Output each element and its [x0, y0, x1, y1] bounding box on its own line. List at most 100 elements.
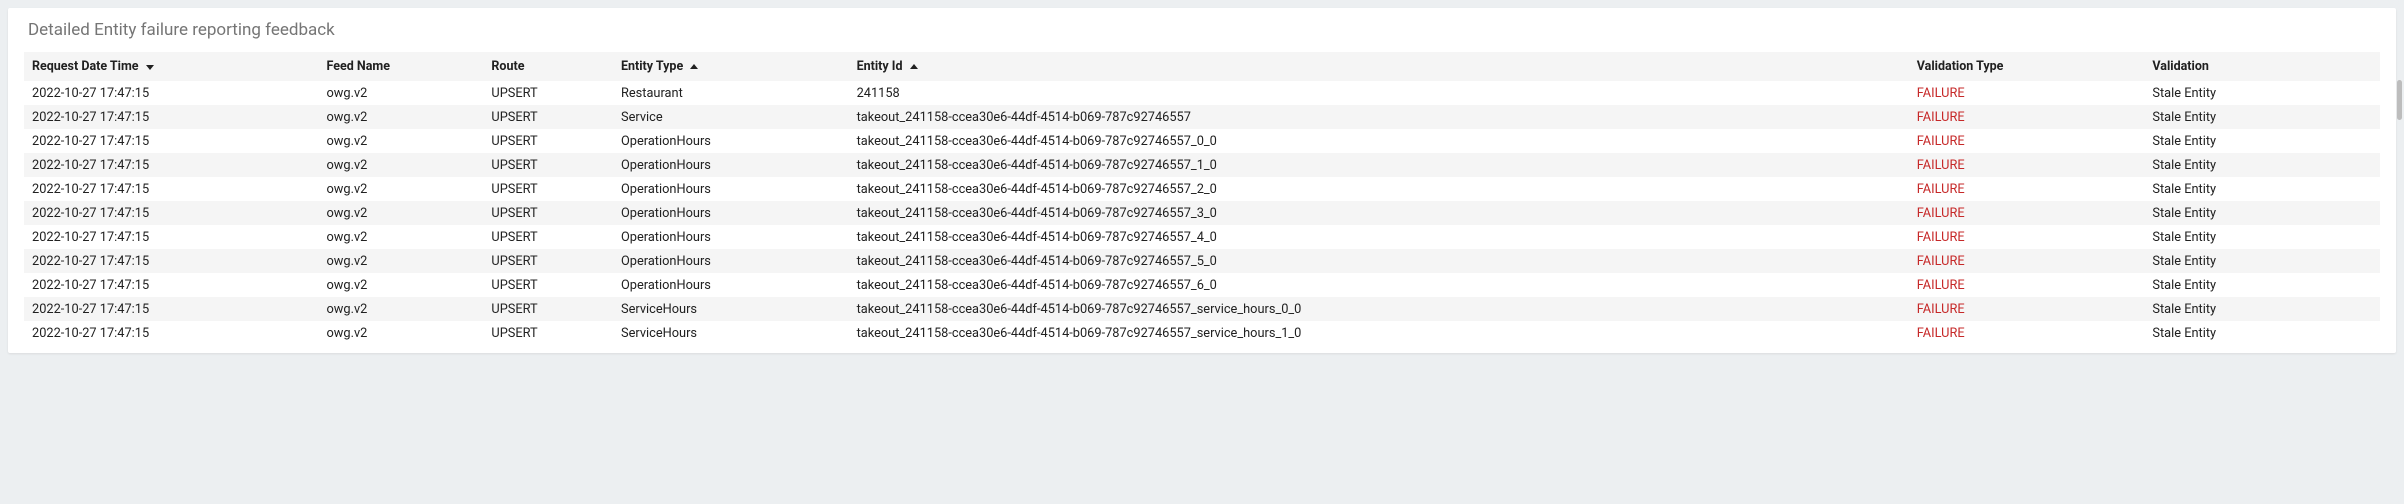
cell-feed-name: owg.v2 — [319, 273, 484, 297]
cell-entity-type: ServiceHours — [613, 297, 849, 321]
cell-feed-name: owg.v2 — [319, 177, 484, 201]
cell-feed-name: owg.v2 — [319, 81, 484, 105]
cell-entity-type: OperationHours — [613, 177, 849, 201]
cell-entity-id: takeout_241158-ccea30e6-44df-4514-b069-7… — [849, 321, 1909, 345]
cell-request-date-time: 2022-10-27 17:47:15 — [24, 225, 319, 249]
cell-route: UPSERT — [483, 105, 613, 129]
sort-asc-icon — [689, 59, 699, 74]
cell-entity-id: takeout_241158-ccea30e6-44df-4514-b069-7… — [849, 297, 1909, 321]
cell-request-date-time: 2022-10-27 17:47:15 — [24, 129, 319, 153]
col-label: Entity Type — [621, 59, 683, 74]
cell-entity-id: takeout_241158-ccea30e6-44df-4514-b069-7… — [849, 129, 1909, 153]
cell-feed-name: owg.v2 — [319, 153, 484, 177]
cell-entity-id: takeout_241158-ccea30e6-44df-4514-b069-7… — [849, 105, 1909, 129]
col-label: Route — [491, 59, 524, 74]
cell-request-date-time: 2022-10-27 17:47:15 — [24, 177, 319, 201]
cell-validation-type: FAILURE — [1909, 201, 2145, 225]
table-row[interactable]: 2022-10-27 17:47:15owg.v2UPSERTServiceHo… — [24, 297, 2380, 321]
table-row[interactable]: 2022-10-27 17:47:15owg.v2UPSERTOperation… — [24, 225, 2380, 249]
cell-request-date-time: 2022-10-27 17:47:15 — [24, 297, 319, 321]
cell-request-date-time: 2022-10-27 17:47:15 — [24, 81, 319, 105]
col-feed-name[interactable]: Feed Name — [319, 52, 484, 81]
table-row[interactable]: 2022-10-27 17:47:15owg.v2UPSERTOperation… — [24, 201, 2380, 225]
cell-entity-id: takeout_241158-ccea30e6-44df-4514-b069-7… — [849, 249, 1909, 273]
cell-entity-type: OperationHours — [613, 249, 849, 273]
table-row[interactable]: 2022-10-27 17:47:15owg.v2UPSERTOperation… — [24, 153, 2380, 177]
cell-route: UPSERT — [483, 81, 613, 105]
cell-route: UPSERT — [483, 225, 613, 249]
cell-validation: Stale Entity — [2144, 225, 2380, 249]
cell-validation-type: FAILURE — [1909, 297, 2145, 321]
col-validation-type[interactable]: Validation Type — [1909, 52, 2145, 81]
cell-validation-type: FAILURE — [1909, 153, 2145, 177]
col-route[interactable]: Route — [483, 52, 613, 81]
cell-entity-id: 241158 — [849, 81, 1909, 105]
cell-route: UPSERT — [483, 273, 613, 297]
cell-feed-name: owg.v2 — [319, 321, 484, 345]
table-header-row: Request Date Time Feed Name Route Entity… — [24, 52, 2380, 81]
cell-feed-name: owg.v2 — [319, 105, 484, 129]
table-row[interactable]: 2022-10-27 17:47:15owg.v2UPSERTOperation… — [24, 129, 2380, 153]
table-row[interactable]: 2022-10-27 17:47:15owg.v2UPSERTOperation… — [24, 177, 2380, 201]
cell-validation-type: FAILURE — [1909, 225, 2145, 249]
table-row[interactable]: 2022-10-27 17:47:15owg.v2UPSERTRestauran… — [24, 81, 2380, 105]
cell-entity-type: OperationHours — [613, 129, 849, 153]
table-row[interactable]: 2022-10-27 17:47:15owg.v2UPSERTOperation… — [24, 273, 2380, 297]
cell-request-date-time: 2022-10-27 17:47:15 — [24, 249, 319, 273]
cell-validation: Stale Entity — [2144, 249, 2380, 273]
cell-validation-type: FAILURE — [1909, 105, 2145, 129]
cell-validation-type: FAILURE — [1909, 249, 2145, 273]
cell-validation: Stale Entity — [2144, 153, 2380, 177]
cell-entity-type: OperationHours — [613, 273, 849, 297]
cell-validation-type: FAILURE — [1909, 321, 2145, 345]
cell-route: UPSERT — [483, 129, 613, 153]
col-label: Entity Id — [857, 59, 903, 74]
cell-entity-id: takeout_241158-ccea30e6-44df-4514-b069-7… — [849, 273, 1909, 297]
cell-entity-id: takeout_241158-ccea30e6-44df-4514-b069-7… — [849, 177, 1909, 201]
cell-entity-type: OperationHours — [613, 201, 849, 225]
cell-validation: Stale Entity — [2144, 321, 2380, 345]
table-row[interactable]: 2022-10-27 17:47:15owg.v2UPSERTServiceta… — [24, 105, 2380, 129]
cell-validation: Stale Entity — [2144, 81, 2380, 105]
sort-desc-icon — [145, 59, 155, 74]
cell-feed-name: owg.v2 — [319, 129, 484, 153]
cell-route: UPSERT — [483, 201, 613, 225]
table-row[interactable]: 2022-10-27 17:47:15owg.v2UPSERTServiceHo… — [24, 321, 2380, 345]
col-label: Validation — [2152, 59, 2209, 74]
table-row[interactable]: 2022-10-27 17:47:15owg.v2UPSERTOperation… — [24, 249, 2380, 273]
cell-validation-type: FAILURE — [1909, 177, 2145, 201]
cell-entity-id: takeout_241158-ccea30e6-44df-4514-b069-7… — [849, 153, 1909, 177]
cell-route: UPSERT — [483, 177, 613, 201]
cell-request-date-time: 2022-10-27 17:47:15 — [24, 153, 319, 177]
failure-table: Request Date Time Feed Name Route Entity… — [24, 52, 2380, 345]
sort-asc-icon — [909, 59, 919, 74]
col-label: Request Date Time — [32, 59, 139, 74]
col-request-date-time[interactable]: Request Date Time — [24, 52, 319, 81]
cell-request-date-time: 2022-10-27 17:47:15 — [24, 321, 319, 345]
cell-entity-type: OperationHours — [613, 225, 849, 249]
cell-validation: Stale Entity — [2144, 177, 2380, 201]
cell-validation: Stale Entity — [2144, 297, 2380, 321]
col-entity-id[interactable]: Entity Id — [849, 52, 1909, 81]
cell-validation: Stale Entity — [2144, 273, 2380, 297]
cell-validation: Stale Entity — [2144, 105, 2380, 129]
cell-route: UPSERT — [483, 153, 613, 177]
card-title: Detailed Entity failure reporting feedba… — [28, 20, 2380, 40]
cell-feed-name: owg.v2 — [319, 201, 484, 225]
col-validation[interactable]: Validation — [2144, 52, 2380, 81]
vertical-scrollbar-thumb[interactable] — [2397, 80, 2402, 120]
col-label: Feed Name — [327, 59, 390, 74]
cell-validation-type: FAILURE — [1909, 81, 2145, 105]
col-label: Validation Type — [1917, 59, 2004, 74]
cell-validation-type: FAILURE — [1909, 273, 2145, 297]
cell-validation: Stale Entity — [2144, 201, 2380, 225]
cell-request-date-time: 2022-10-27 17:47:15 — [24, 105, 319, 129]
cell-entity-type: Service — [613, 105, 849, 129]
detailed-entity-failure-card: Detailed Entity failure reporting feedba… — [8, 8, 2396, 353]
cell-entity-id: takeout_241158-ccea30e6-44df-4514-b069-7… — [849, 201, 1909, 225]
cell-validation: Stale Entity — [2144, 129, 2380, 153]
cell-feed-name: owg.v2 — [319, 225, 484, 249]
cell-entity-type: Restaurant — [613, 81, 849, 105]
cell-feed-name: owg.v2 — [319, 249, 484, 273]
col-entity-type[interactable]: Entity Type — [613, 52, 849, 81]
